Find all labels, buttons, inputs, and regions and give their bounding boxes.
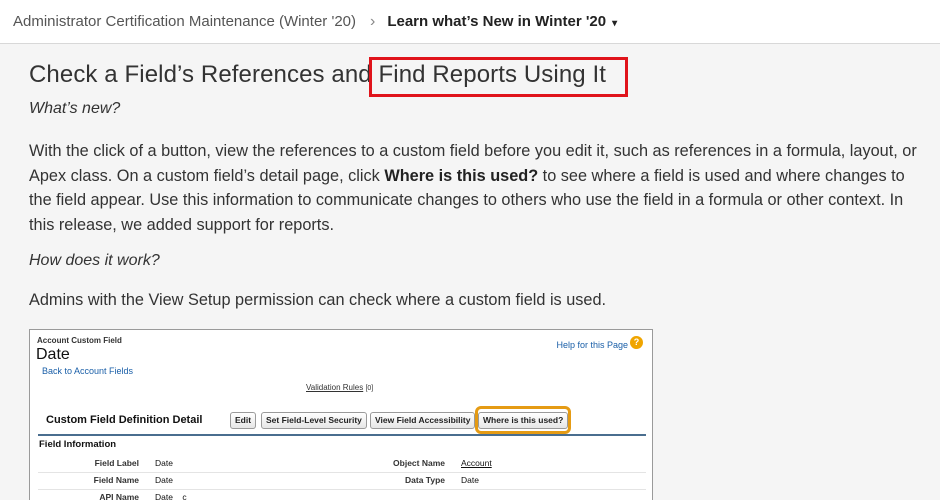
whats-new-heading: What’s new? bbox=[29, 100, 121, 117]
api-name-label: API Name bbox=[99, 492, 139, 500]
field-name-label: Field Name bbox=[93, 475, 139, 485]
object-name-label: Object Name bbox=[393, 458, 445, 468]
object-name-link[interactable]: Account bbox=[461, 458, 492, 468]
validation-rules-count: [0] bbox=[365, 385, 374, 392]
section-divider bbox=[38, 434, 646, 436]
edit-button[interactable]: Edit bbox=[230, 412, 257, 429]
caret-down-icon: ▾ bbox=[612, 18, 618, 29]
breadcrumb-current-dropdown[interactable]: Learn what’s New in Winter '20 ▾ bbox=[387, 13, 617, 30]
set-field-level-security-button[interactable]: Set Field-Level Security bbox=[261, 412, 367, 429]
breadcrumb: Administrator Certification Maintenance … bbox=[0, 0, 940, 44]
field-information-heading: Field Information bbox=[39, 439, 117, 450]
row-divider bbox=[38, 472, 646, 473]
validation-rules-link[interactable]: Validation Rules [0] bbox=[306, 383, 373, 392]
field-name-value: Date bbox=[155, 475, 173, 485]
paragraph-bold-text: Where is this used? bbox=[384, 166, 539, 185]
how-does-it-work-heading: How does it work? bbox=[29, 252, 160, 269]
breadcrumb-parent-link[interactable]: Administrator Certification Maintenance … bbox=[13, 13, 356, 30]
description-paragraph: With the click of a button, view the ref… bbox=[29, 139, 931, 237]
help-link[interactable]: Help for this Page bbox=[556, 340, 628, 350]
field-label-label: Field Label bbox=[94, 458, 139, 468]
chevron-right-icon: › bbox=[370, 12, 376, 30]
row-divider bbox=[38, 489, 646, 490]
admins-paragraph: Admins with the View Setup permission ca… bbox=[29, 291, 607, 309]
data-type-value: Date bbox=[461, 475, 479, 485]
help-icon[interactable]: ? bbox=[630, 336, 643, 349]
field-title: Date bbox=[36, 346, 70, 363]
data-type-label: Data Type bbox=[405, 475, 445, 485]
field-label-value: Date bbox=[155, 458, 173, 468]
view-field-accessibility-button[interactable]: View Field Accessibility bbox=[370, 412, 476, 429]
where-is-this-used-button[interactable]: Where is this used? bbox=[478, 412, 569, 429]
page-title-part1: Check a Field’s References and bbox=[29, 61, 379, 88]
back-to-fields-link[interactable]: Back to Account Fields bbox=[42, 366, 133, 376]
red-highlight-box bbox=[369, 57, 628, 97]
validation-rules-label: Validation Rules bbox=[306, 383, 364, 392]
api-name-value: Date__c bbox=[155, 492, 187, 500]
breadcrumb-current-label: Learn what’s New in Winter '20 bbox=[387, 13, 607, 30]
object-label: Account Custom Field bbox=[37, 336, 122, 345]
embedded-screenshot: Account Custom Field Date Back to Accoun… bbox=[29, 329, 653, 500]
section-title: Custom Field Definition Detail bbox=[46, 414, 203, 426]
